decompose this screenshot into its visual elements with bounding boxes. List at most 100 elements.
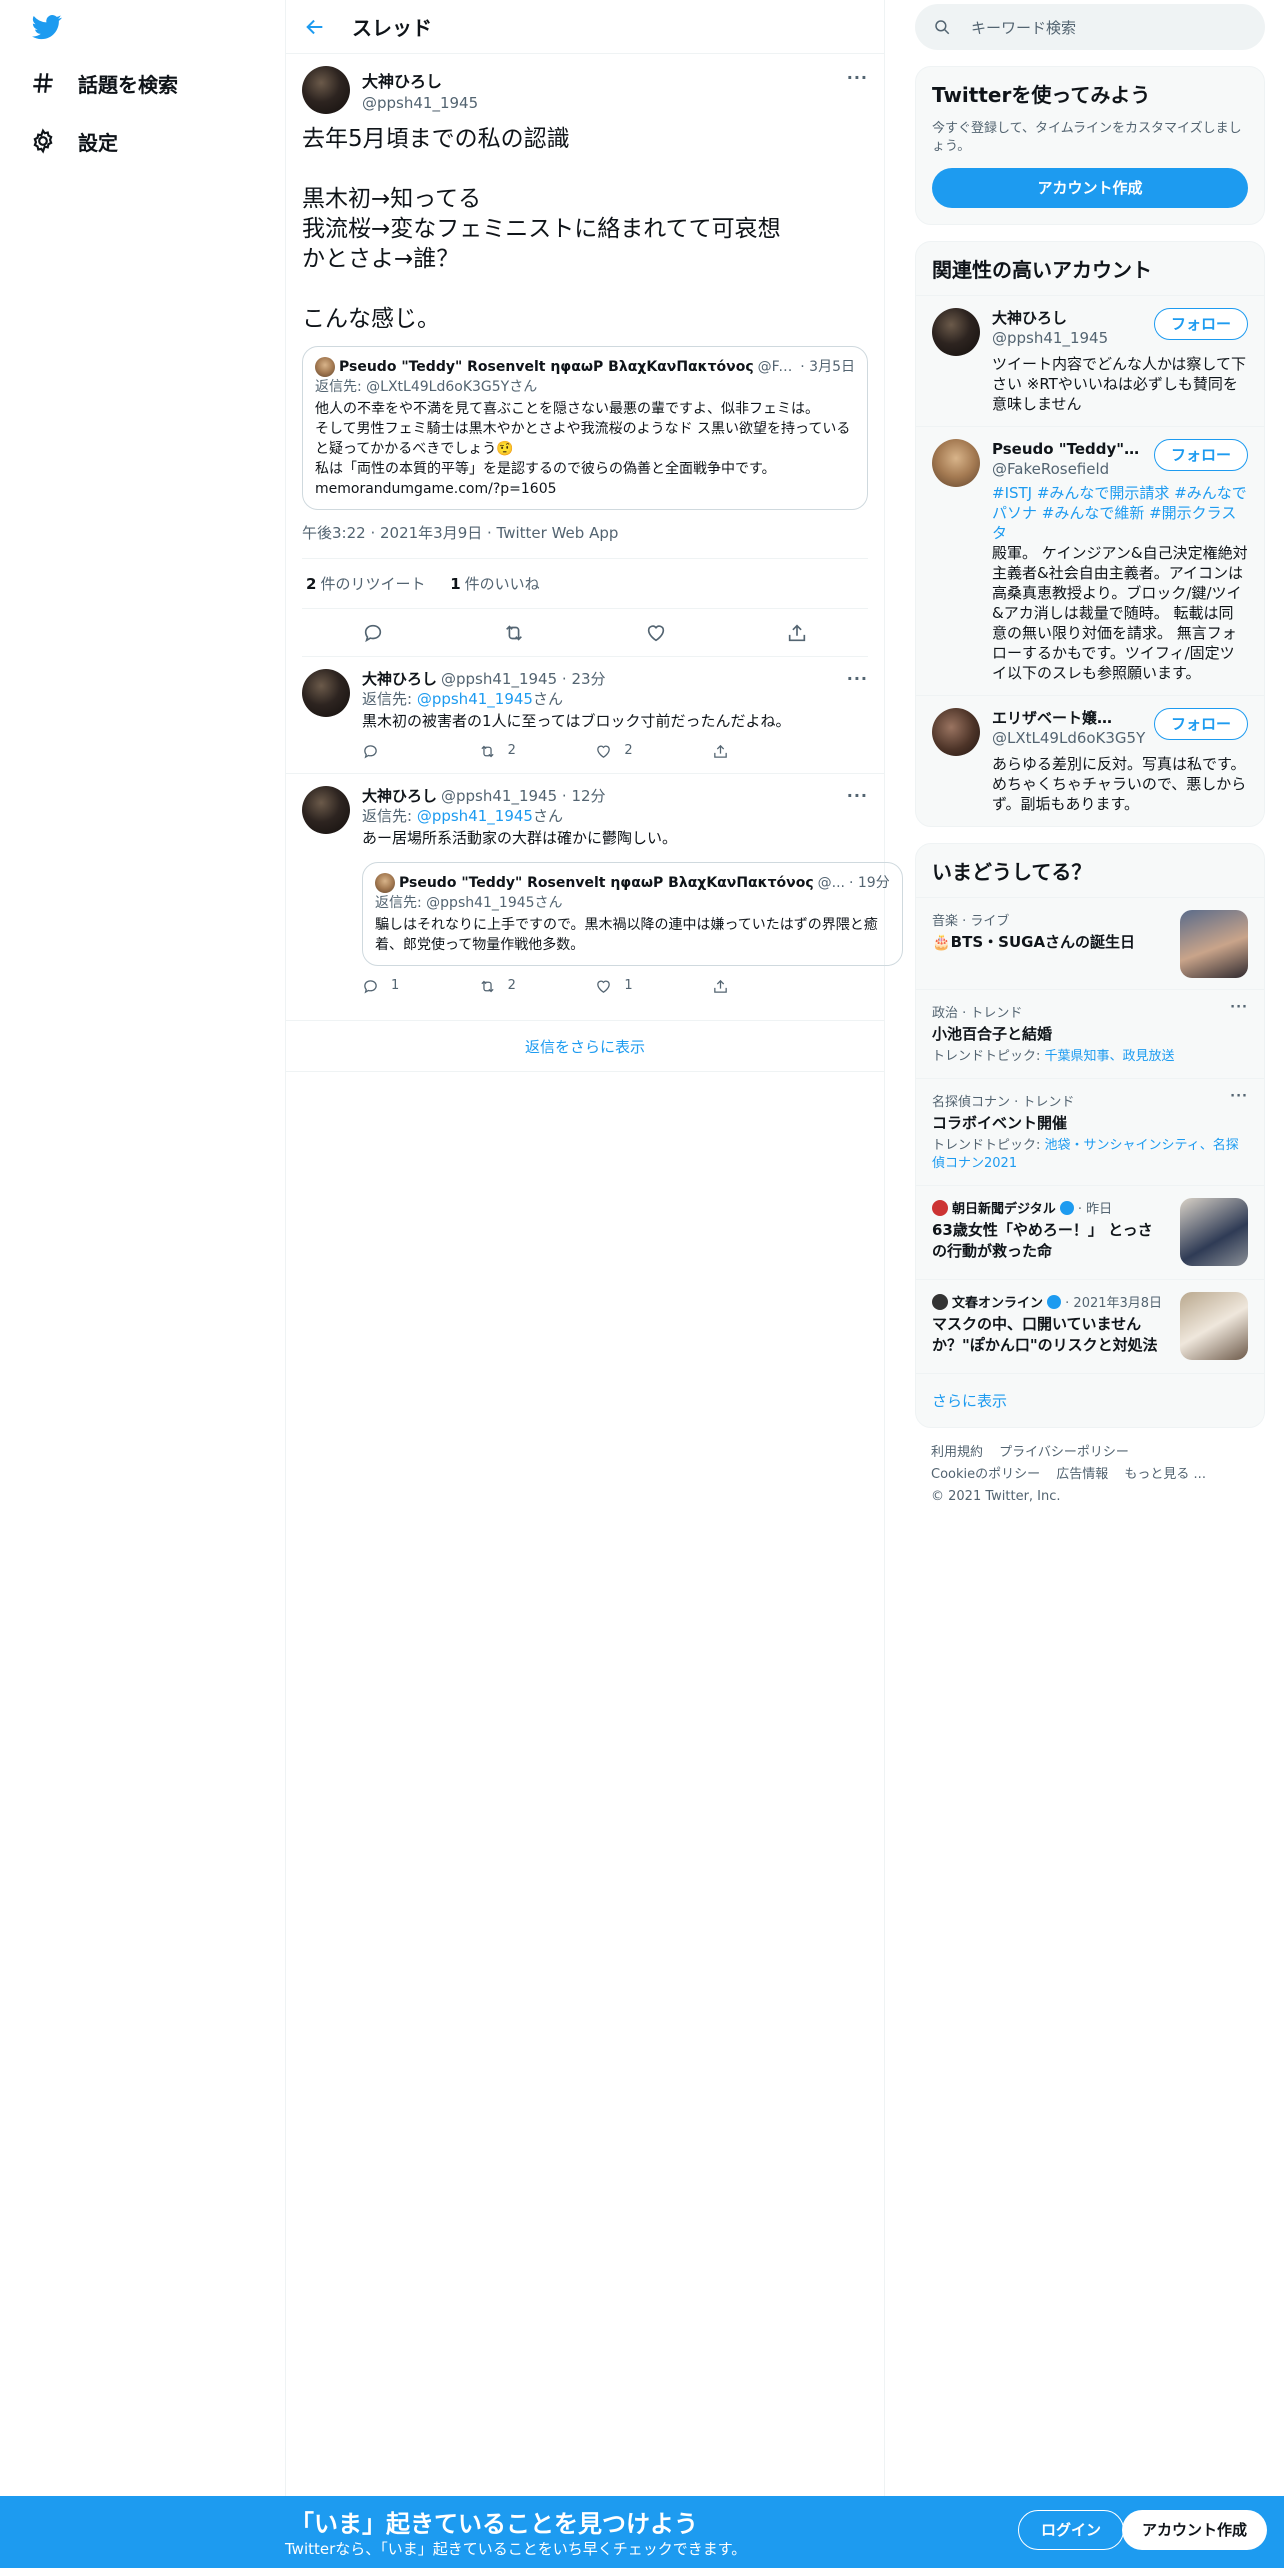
trend-item[interactable]: 政治 · トレンド 小池百合子と結婚 トレンドトピック: 千葉県知事、政見放送 … <box>916 989 1264 1078</box>
twitter-logo-icon[interactable] <box>30 12 64 42</box>
quote-author-handle: @FakeRosefield <box>757 359 797 375</box>
reply-button[interactable]: 1 <box>362 976 432 996</box>
retweet-button[interactable]: 2 <box>479 741 549 761</box>
trend-item[interactable]: 名探偵コナン · トレンド コラボイベント開催 トレンドトピック: 池袋・サンシ… <box>916 1078 1264 1185</box>
avatar[interactable] <box>302 786 350 834</box>
like-icon[interactable] <box>645 622 667 644</box>
avatar[interactable] <box>932 439 980 487</box>
share-icon[interactable] <box>786 622 808 644</box>
quote-text: 他人の不幸をや不満を見て喜ぶことを隠さない最悪の輩ですよ、似非フェミは。 そして… <box>315 401 851 497</box>
account-item[interactable]: 大神ひろし @ppsh41_1945 ツイート内容でどんな人かは察して下さい ※… <box>916 295 1264 426</box>
account-item[interactable]: エリザベート嬢@献... @LXtL49Ld6oK3G5Y あらゆる差別に反対。… <box>916 695 1264 826</box>
more-options-icon[interactable]: ··· <box>847 68 868 87</box>
account-name[interactable]: 大神ひろし <box>992 308 1142 328</box>
footer-link[interactable]: Cookieのポリシー <box>931 1467 1040 1482</box>
nav-explore-label: 話題を検索 <box>78 72 178 97</box>
nav-explore[interactable]: 話題を検索 <box>30 63 178 103</box>
tweet-stats: 2 件のリツイート 1 件のいいね <box>302 559 868 609</box>
trend-topics-links[interactable]: 千葉県知事、政見放送 <box>1045 1049 1175 1064</box>
retweet-button[interactable]: 2 <box>479 976 549 996</box>
like-count: 2 <box>624 743 633 758</box>
more-options-icon[interactable]: ··· <box>847 669 868 688</box>
retweet-icon <box>481 745 494 757</box>
trend-topics-prefix: トレンドトピック: <box>932 1138 1045 1153</box>
reply-actions: 1 2 1 <box>362 976 782 996</box>
reply-icon <box>364 744 377 759</box>
author-handle[interactable]: @ppsh41_1945 <box>362 94 478 112</box>
like-button[interactable]: 2 <box>595 741 665 761</box>
reply-actions: 2 2 <box>362 741 782 761</box>
footer-link[interactable]: 利用規約 <box>931 1445 983 1460</box>
source-avatar <box>932 1199 948 1216</box>
trend-title: コラボイベント開催 <box>932 1114 1068 1132</box>
show-more-replies-link[interactable]: 返信をさらに表示 <box>286 1020 884 1072</box>
avatar[interactable] <box>302 669 350 717</box>
avatar[interactable] <box>302 66 350 114</box>
retweet-count[interactable]: 2 <box>306 575 316 593</box>
quote-date: · 3月5日 <box>800 359 855 375</box>
footer-link[interactable]: 広告情報 <box>1056 1467 1108 1482</box>
follow-button[interactable]: フォロー <box>1153 439 1248 471</box>
reply-author-handle[interactable]: @ppsh41_1945 · 23分 <box>441 669 606 689</box>
thread-header: スレッド <box>286 0 884 54</box>
follow-button[interactable]: フォロー <box>1153 708 1248 740</box>
reply-to-handle[interactable]: @ppsh41_1945 <box>417 807 533 825</box>
reply-button[interactable] <box>362 741 432 761</box>
like-button[interactable]: 1 <box>595 976 665 996</box>
signup-button[interactable]: アカウント作成 <box>1122 2510 1268 2550</box>
trend-topics-prefix: トレンドトピック: <box>932 1049 1045 1064</box>
retweet-icon[interactable] <box>503 622 525 644</box>
share-button[interactable] <box>712 976 782 996</box>
thread-column: スレッド 大神ひろし @ppsh41_1945 ··· 去年5月頃までの私の認識… <box>285 0 903 2496</box>
avatar[interactable] <box>932 708 980 756</box>
reply-to-prefix: 返信先: <box>362 807 417 825</box>
like-count[interactable]: 1 <box>450 575 460 593</box>
trend-item[interactable]: 音楽 · ライブ 🎂BTS・SUGAさんの誕生日 <box>916 897 1264 989</box>
avatar[interactable] <box>932 308 980 356</box>
footer-link[interactable]: もっと見る ... <box>1124 1467 1206 1482</box>
like-label[interactable]: 件のいいね <box>465 575 540 593</box>
share-button[interactable] <box>712 741 782 761</box>
bottom-signup-bar: 「いま」起きていることを見つけよう Twitterなら、「いま」起きていることを… <box>0 2496 1284 2568</box>
login-button[interactable]: ログイン <box>1018 2510 1125 2550</box>
author-name[interactable]: 大神ひろし <box>362 68 478 92</box>
reply-to: 返信先: @ppsh41_1945さん <box>362 689 868 709</box>
reply-tweet[interactable]: 大神ひろし @ppsh41_1945 · 23分 返信先: @ppsh41_19… <box>286 657 884 774</box>
back-arrow-icon[interactable] <box>304 16 326 38</box>
retweet-label[interactable]: 件のリツイート <box>320 575 425 593</box>
tweet-timestamp[interactable]: 午後3:22 · 2021年3月9日 · Twitter Web App <box>302 522 868 559</box>
more-options-icon[interactable]: ··· <box>1230 1089 1248 1104</box>
account-item[interactable]: Pseudo "Teddy" Ros... @FakeRosefield #IS… <box>916 426 1264 695</box>
reply-tweet[interactable]: 大神ひろし @ppsh41_1945 · 12分 返信先: @ppsh41_19… <box>286 774 903 1008</box>
reply-to: 返信先: @ppsh41_1945さん <box>362 806 903 826</box>
more-options-icon[interactable]: ··· <box>847 786 868 805</box>
quoted-tweet[interactable]: Pseudo "Teddy" Rosenvelt ηφαωΡ ΒλαχΚανΠα… <box>362 862 903 966</box>
account-name[interactable]: Pseudo "Teddy" Ros... <box>992 439 1142 459</box>
news-item[interactable]: 朝日新聞デジタル · 昨日 63歳女性「やめろー！」 とっさの行動が救った命 <box>916 1185 1264 1279</box>
footer-link[interactable]: プライバシーポリシー <box>999 1445 1129 1460</box>
account-bio: ツイート内容でどんな人かは察して下さい ※RTやいいねは必ずしも賛同を意味しませ… <box>992 355 1246 413</box>
follow-button[interactable]: フォロー <box>1153 308 1248 340</box>
trend-title: 小池百合子と結婚 <box>932 1025 1053 1043</box>
reply-author-handle[interactable]: @ppsh41_1945 · 12分 <box>441 786 606 806</box>
reply-icon[interactable] <box>362 622 384 644</box>
search-bar[interactable]: キーワード検索 <box>915 4 1265 50</box>
account-name[interactable]: エリザベート嬢@献... <box>992 708 1122 728</box>
news-item[interactable]: 文春オンライン · 2021年3月8日 マスクの中、口開いていませんか？"ぽかん… <box>916 1279 1264 1373</box>
verified-icon <box>1047 1294 1062 1309</box>
right-sidebar: キーワード検索 Twitterを使ってみよう 今すぐ登録して、タイムラインをカス… <box>915 0 1265 1522</box>
quoted-tweet[interactable]: Pseudo "Teddy" Rosenvelt ηφαωΡ ΒλαχΚανΠα… <box>302 346 868 510</box>
reply-author-name[interactable]: 大神ひろし <box>362 786 437 806</box>
show-more-trends-link[interactable]: さらに表示 <box>916 1373 1264 1427</box>
more-options-icon[interactable]: ··· <box>1230 1000 1248 1015</box>
tweet-text: 去年5月頃までの私の認識 黒木初→知ってる 我流桜→変なフェミニストに絡まれてて… <box>302 126 781 332</box>
quote-author-handle: @... <box>817 875 845 891</box>
reply-author-name[interactable]: 大神ひろし <box>362 669 437 689</box>
page-title: スレッド <box>352 16 432 40</box>
quote-avatar <box>315 357 335 377</box>
create-account-button[interactable]: アカウント作成 <box>932 168 1248 208</box>
reply-to-handle[interactable]: @ppsh41_1945 <box>417 690 533 708</box>
search-input[interactable]: キーワード検索 <box>971 17 1076 38</box>
account-hashtags[interactable]: #ISTJ #みんなで開示請求 #みんなでパソナ #みんなで維新 #開示クラスタ <box>992 483 1248 543</box>
nav-settings[interactable]: 設定 <box>30 121 118 161</box>
